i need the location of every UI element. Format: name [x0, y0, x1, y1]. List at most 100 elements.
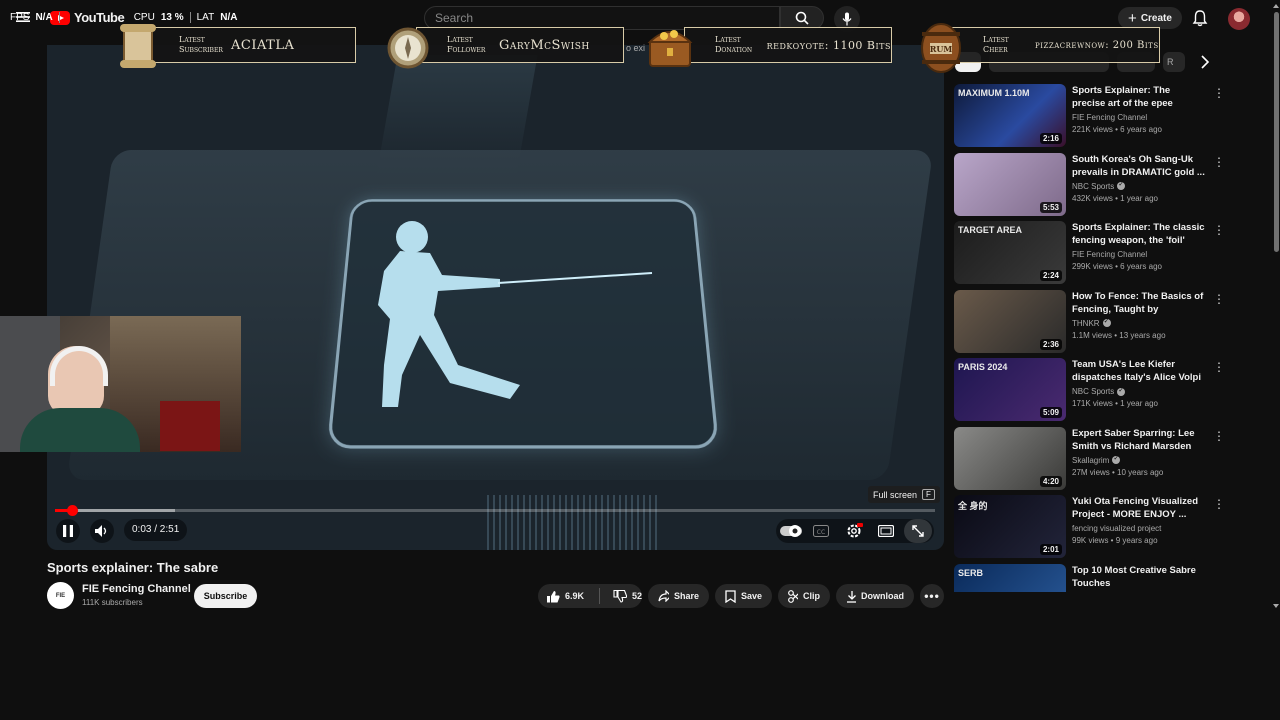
more-actions-button[interactable]: ••• — [920, 584, 944, 608]
channel-name[interactable]: FIE Fencing Channel — [1072, 113, 1147, 122]
video-title[interactable]: Sports Explainer: The precise art of the… — [1072, 84, 1206, 110]
bookmark-icon — [725, 589, 736, 603]
progress-scrubber[interactable] — [67, 505, 78, 516]
account-avatar[interactable] — [1228, 8, 1250, 30]
video-thumbnail[interactable]: 2:36 — [954, 289, 1066, 353]
subscribe-button[interactable]: Subscribe — [194, 584, 257, 608]
compass-icon — [386, 20, 432, 72]
channel-name[interactable]: FIE Fencing Channel — [1072, 250, 1147, 259]
more-vertical-icon[interactable]: ⋮ — [1213, 429, 1225, 443]
video-thumbnail[interactable]: 全 身的 2:01 — [954, 495, 1066, 558]
banner-value: pizzacrewnow: 200 Bits — [1035, 39, 1159, 51]
channel-name[interactable]: fencing visualized project — [1072, 524, 1161, 533]
more-vertical-icon[interactable]: ⋮ — [1213, 360, 1225, 374]
video-title[interactable]: Yuki Ota Fencing Visualized Project - MO… — [1072, 495, 1206, 521]
channel-name[interactable]: NBC Sports — [1072, 182, 1114, 191]
banner-value: redkoyote: 1100 Bits — [766, 38, 891, 52]
video-title[interactable]: Team USA's Lee Kiefer dispatches Italy's… — [1072, 358, 1206, 384]
channel-avatar[interactable]: FIE — [47, 582, 74, 609]
video-title[interactable]: How To Fence: The Basics of Fencing, Tau… — [1072, 290, 1206, 316]
video-info: Sports Explainer: The precise art of the… — [1072, 84, 1206, 134]
gear-icon — [847, 523, 863, 538]
lat-value: N/A — [220, 12, 238, 23]
more-vertical-icon[interactable]: ⋮ — [1213, 497, 1225, 511]
scrollbar-thumb[interactable] — [1274, 12, 1279, 252]
banner-label-top: Latest — [983, 35, 1009, 44]
scroll-icon — [114, 20, 162, 74]
recommended-video[interactable]: TARGET AREA 2:24 Sports Explainer: The cla… — [954, 221, 1225, 284]
channel-row: FIE Fencing Channel — [1072, 113, 1206, 122]
thumbnail-text: MAXIMUM 1.10M — [958, 88, 1030, 98]
recommended-video[interactable]: 4:20 Expert Saber Sparring: Lee Smith vs … — [954, 426, 1225, 490]
overlay-stats: FPS N/A CPU 13 % LAT N/A — [10, 12, 237, 23]
more-vertical-icon[interactable]: ⋮ — [1213, 223, 1225, 237]
video-info: Yuki Ota Fencing Visualized Project - MO… — [1072, 495, 1206, 545]
channel-row: fencing visualized project — [1072, 524, 1206, 533]
video-title[interactable]: South Korea's Oh Sang-Uk prevails in DRA… — [1072, 153, 1206, 179]
channel-name[interactable]: FIE Fencing Channel — [82, 583, 191, 595]
settings-button[interactable] — [844, 522, 864, 540]
clip-button[interactable]: Clip — [778, 584, 830, 608]
thumbnail-text: SERB — [958, 567, 984, 578]
share-label: Share — [673, 591, 699, 601]
channel-name[interactable]: Skallagrim — [1072, 456, 1109, 465]
chip[interactable]: R — [1163, 52, 1185, 72]
recommended-video[interactable]: 2:36 How To Fence: The Basics of Fencing,… — [954, 289, 1225, 353]
more-vertical-icon[interactable]: ⋮ — [1213, 292, 1225, 306]
fullscreen-button[interactable] — [904, 519, 932, 543]
page-scrollbar[interactable] — [1273, 0, 1280, 612]
more-vertical-icon[interactable]: ⋮ — [1213, 155, 1225, 169]
lat-label: LAT — [196, 12, 215, 23]
recommended-video[interactable]: MAXIMUM 1.10M 2:16 Sports Explainer: The p… — [954, 84, 1225, 147]
progress-bar[interactable] — [55, 509, 935, 512]
download-label: Download — [861, 591, 904, 601]
scroll-down-arrow-icon[interactable] — [1273, 604, 1279, 608]
pause-button[interactable] — [56, 519, 80, 543]
chips-next-chevron-icon[interactable] — [1198, 54, 1212, 75]
treasure-chest-icon — [644, 18, 696, 74]
autoplay-toggle[interactable] — [780, 524, 802, 538]
latest-donation-banner: Latest Donation redkoyote: 1100 Bits — [684, 27, 892, 63]
fullscreen-tooltip: Full screen F — [868, 486, 940, 503]
video-thumbnail[interactable]: MAXIMUM 1.10M 2:16 — [954, 84, 1066, 147]
like-button[interactable]: 6.9K — [538, 590, 594, 603]
recommended-video[interactable]: PARIS 2024 5:09 Team USA's Lee Kiefer disp… — [954, 358, 1225, 421]
video-thumbnail[interactable]: SERB — [954, 563, 1066, 592]
scroll-up-arrow-icon[interactable] — [1273, 4, 1279, 8]
video-thumbnail[interactable]: TARGET AREA 2:24 — [954, 221, 1066, 284]
channel-row: NBC Sports — [1072, 386, 1206, 396]
time-display: 0:03 / 2:51 — [124, 519, 188, 541]
create-button[interactable]: + Create — [1118, 7, 1182, 29]
download-button[interactable]: Download — [836, 584, 914, 608]
video-title[interactable]: Top 10 Most Creative Sabre Touches — [1072, 564, 1204, 590]
share-button[interactable]: Share — [648, 584, 709, 608]
streamer-webcam — [0, 316, 241, 452]
duration-badge: 2:16 — [1039, 133, 1062, 144]
duration-badge: 5:53 — [1039, 201, 1062, 213]
volume-button[interactable] — [90, 519, 114, 543]
channel-name[interactable]: THNKR — [1072, 319, 1100, 328]
theater-mode-button[interactable] — [876, 524, 896, 538]
recommended-video[interactable]: SERB Top 10 Most Creative Sabre TouchesSl… — [954, 563, 1204, 592]
video-thumbnail[interactable]: PARIS 2024 5:09 — [954, 358, 1066, 421]
dislike-button[interactable]: 52 — [605, 589, 642, 603]
save-button[interactable]: Save — [715, 584, 772, 608]
latest-subscriber-banner: Latest Subscriber ACIATLA — [148, 27, 356, 63]
notifications-bell-icon[interactable] — [1192, 9, 1208, 32]
verified-check-icon — [1102, 317, 1111, 327]
create-label: Create — [1140, 12, 1172, 24]
recommended-video[interactable]: 5:53 South Korea's Oh Sang-Uk prevails in… — [954, 152, 1225, 216]
video-thumbnail[interactable]: 4:20 — [954, 426, 1066, 490]
channel-name[interactable]: NBC Sports — [1072, 387, 1114, 396]
video-title[interactable]: Sports Explainer: The classic fencing we… — [1072, 221, 1206, 247]
video-thumbnail[interactable]: 5:53 — [954, 152, 1066, 216]
video-title[interactable]: Expert Saber Sparring: Lee Smith vs Rich… — [1072, 427, 1206, 453]
video-meta: 99K views • 9 years ago — [1072, 536, 1158, 545]
recommended-video[interactable]: 全 身的 2:01 Yuki Ota Fencing Visualized Proj… — [954, 495, 1225, 558]
fencer-silhouette-graphic — [360, 215, 660, 420]
svg-text:RUM: RUM — [930, 44, 953, 54]
video-info: Sports Explainer: The classic fencing we… — [1072, 221, 1206, 271]
banner-value: GaryMcSwish — [499, 37, 590, 53]
more-vertical-icon[interactable]: ⋮ — [1213, 86, 1225, 100]
captions-button[interactable]: CC — [812, 524, 830, 538]
